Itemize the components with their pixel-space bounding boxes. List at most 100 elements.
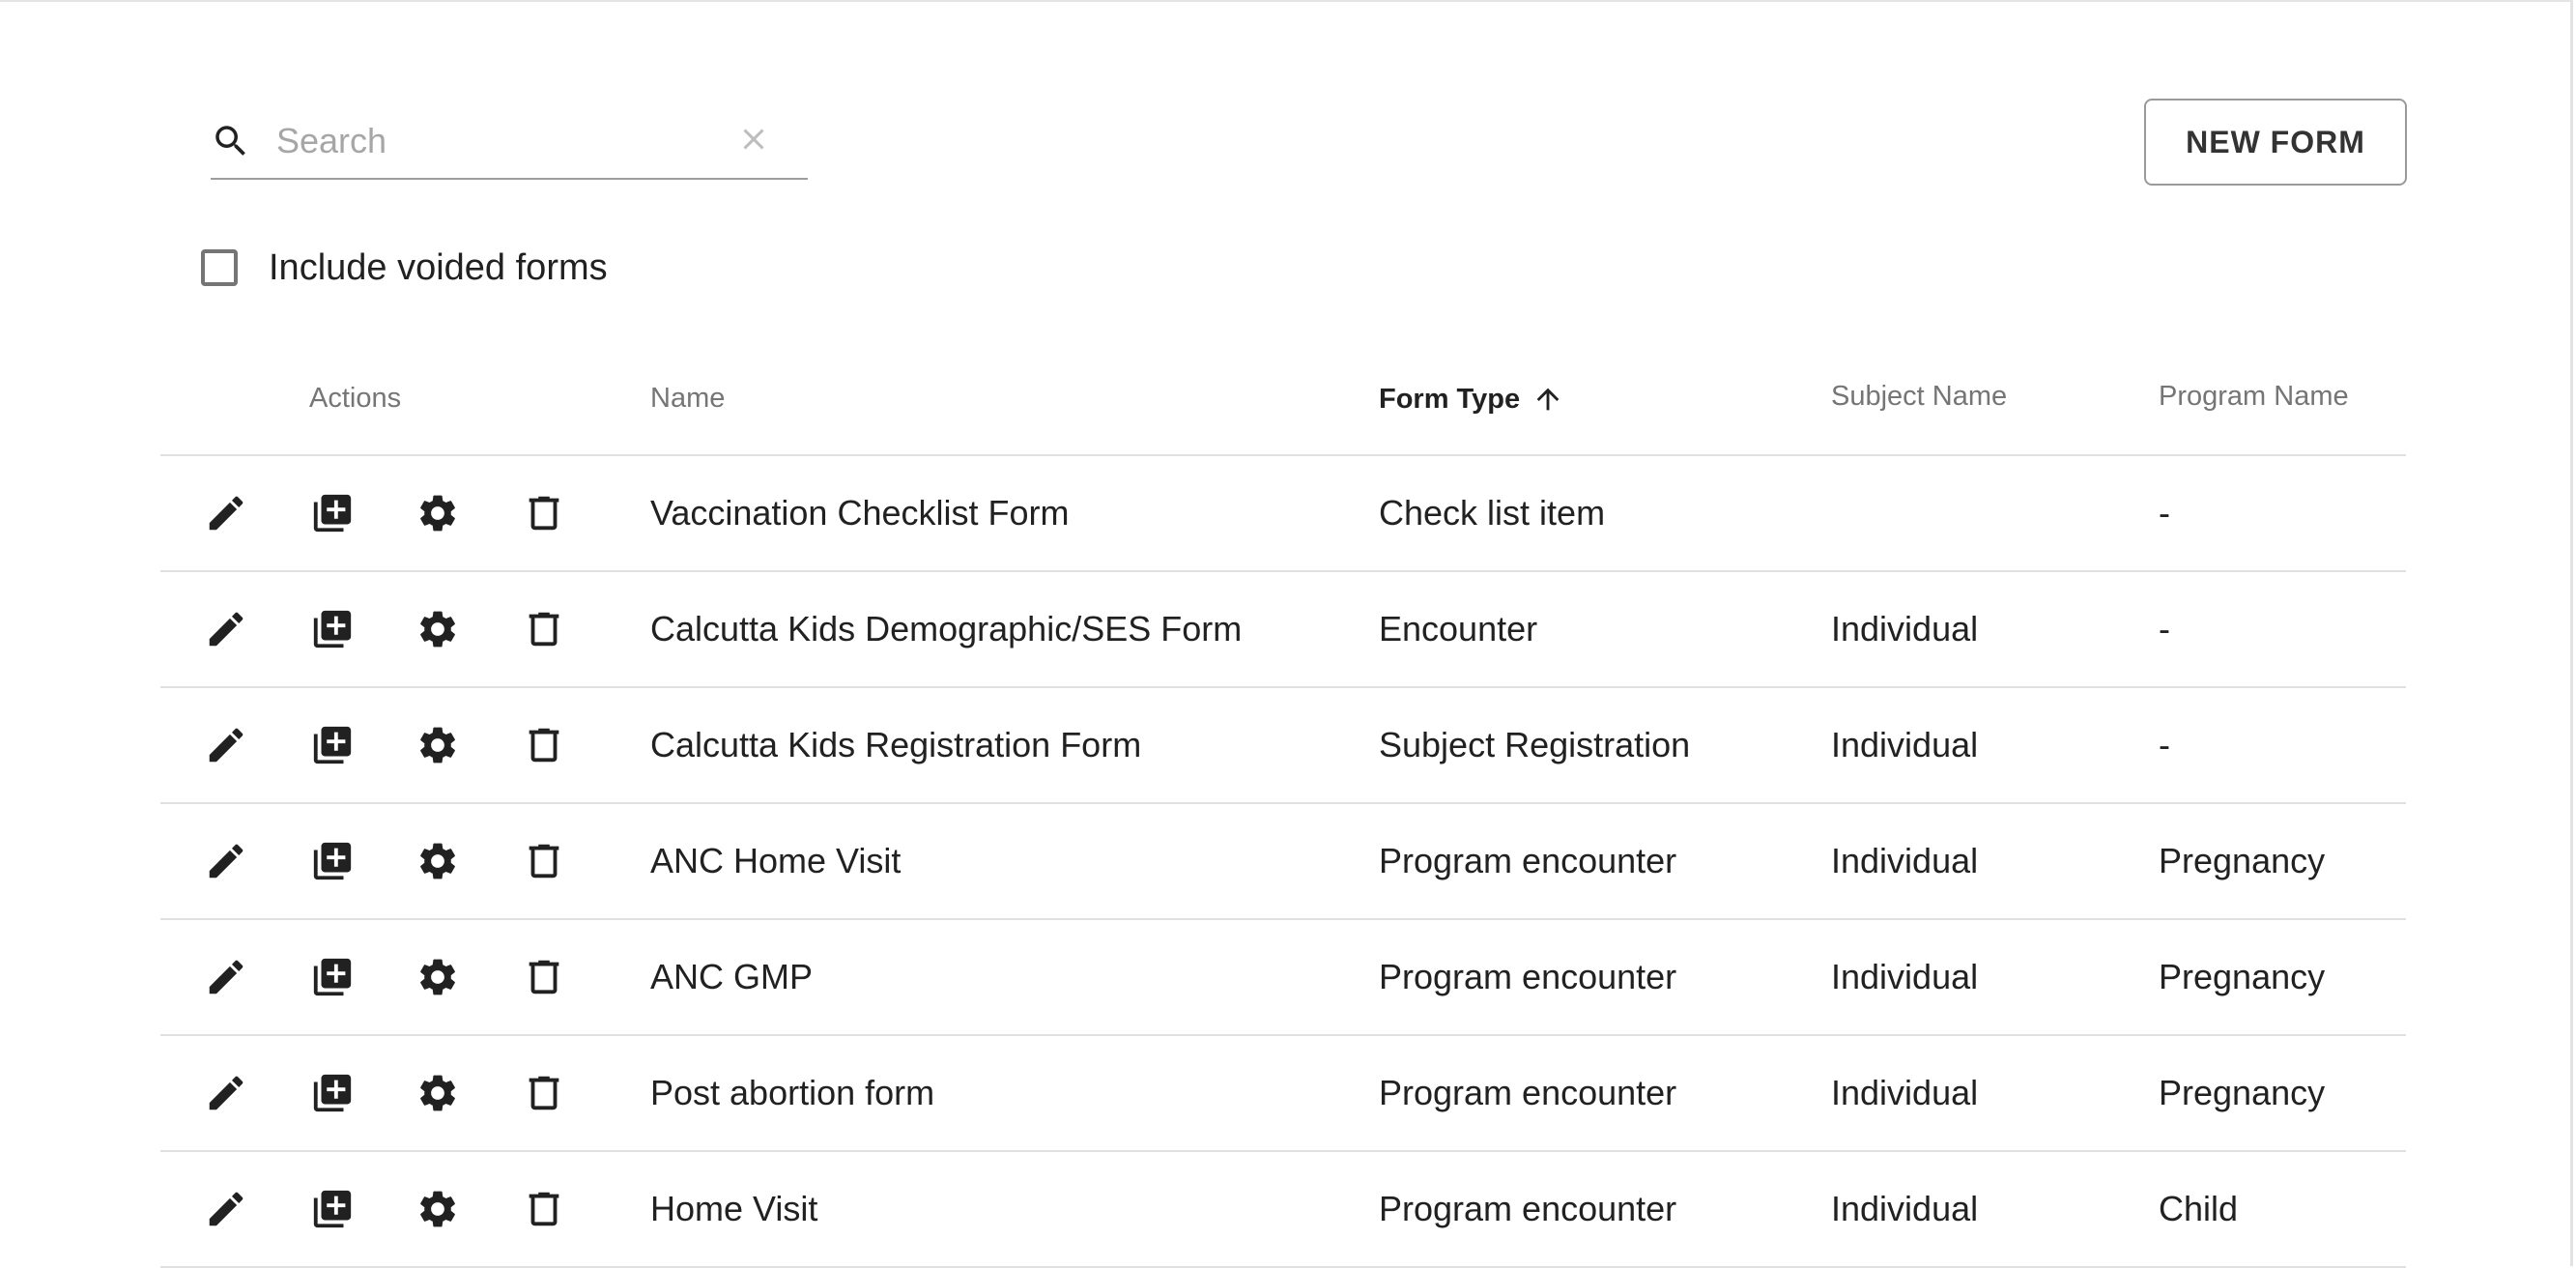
edit-icon bbox=[209, 728, 243, 763]
settings-icon bbox=[420, 611, 455, 648]
column-header-form-type[interactable]: Form Type bbox=[1379, 383, 1564, 416]
duplicate-button[interactable] bbox=[310, 491, 355, 535]
cell-form-type: Program encounter bbox=[1379, 957, 1677, 996]
duplicate-icon bbox=[313, 494, 352, 533]
search-input[interactable] bbox=[276, 116, 701, 166]
column-header-name[interactable]: Name bbox=[650, 383, 725, 415]
edit-button[interactable] bbox=[204, 607, 248, 651]
forms-panel: NEW FORM Include voided forms Actions Na… bbox=[0, 0, 2573, 1268]
duplicate-button[interactable] bbox=[310, 607, 355, 651]
table-row: Post abortion form Program encounter Ind… bbox=[160, 1036, 2406, 1152]
duplicate-icon bbox=[313, 610, 352, 648]
settings-button[interactable] bbox=[415, 607, 460, 651]
duplicate-button[interactable] bbox=[310, 723, 355, 767]
delete-button[interactable] bbox=[522, 1187, 566, 1231]
cell-program-name: - bbox=[2159, 493, 2170, 533]
settings-icon bbox=[420, 1191, 455, 1227]
settings-button[interactable] bbox=[415, 839, 460, 883]
table-row: Home Visit Program encounter Individual … bbox=[160, 1152, 2406, 1268]
column-header-form-type-label: Form Type bbox=[1379, 383, 1521, 415]
delete-button[interactable] bbox=[522, 723, 566, 767]
settings-icon bbox=[420, 843, 455, 879]
delete-icon bbox=[529, 960, 559, 994]
delete-icon bbox=[529, 1192, 559, 1226]
edit-button[interactable] bbox=[204, 723, 248, 767]
edit-button[interactable] bbox=[204, 955, 248, 999]
cell-form-type: Encounter bbox=[1379, 609, 1538, 648]
table-body: Vaccination Checklist Form Check list it… bbox=[160, 456, 2406, 1268]
search-field[interactable] bbox=[211, 104, 808, 180]
settings-button[interactable] bbox=[415, 723, 460, 767]
edit-button[interactable] bbox=[204, 491, 248, 535]
forms-table: Actions Name Form Type Subject Name Prog… bbox=[160, 350, 2406, 1268]
column-header-program-name[interactable]: Program Name bbox=[2159, 381, 2349, 413]
settings-icon bbox=[420, 959, 455, 995]
duplicate-icon bbox=[313, 1074, 352, 1112]
cell-name: Calcutta Kids Registration Form bbox=[650, 725, 1142, 764]
duplicate-button[interactable] bbox=[310, 1071, 355, 1115]
duplicate-icon bbox=[313, 726, 352, 764]
duplicate-button[interactable] bbox=[310, 1187, 355, 1231]
settings-icon bbox=[420, 1075, 455, 1111]
cell-form-type: Program encounter bbox=[1379, 1073, 1677, 1112]
cell-name: Vaccination Checklist Form bbox=[650, 493, 1070, 533]
cell-subject-name: Individual bbox=[1831, 1189, 1979, 1228]
cell-form-type: Check list item bbox=[1379, 493, 1606, 533]
cell-program-name: - bbox=[2159, 725, 2170, 764]
duplicate-button[interactable] bbox=[310, 839, 355, 883]
edit-icon bbox=[209, 1192, 243, 1226]
cell-subject-name: Individual bbox=[1831, 841, 1979, 880]
delete-icon bbox=[529, 728, 559, 763]
delete-button[interactable] bbox=[522, 955, 566, 999]
table-row: Calcutta Kids Demographic/SES Form Encou… bbox=[160, 572, 2406, 688]
edit-icon bbox=[209, 612, 243, 647]
delete-button[interactable] bbox=[522, 607, 566, 651]
edit-button[interactable] bbox=[204, 1187, 248, 1231]
cell-name: ANC Home Visit bbox=[650, 841, 902, 880]
delete-icon bbox=[529, 496, 559, 531]
edit-icon bbox=[209, 1076, 243, 1110]
table-row: Vaccination Checklist Form Check list it… bbox=[160, 456, 2406, 572]
close-icon[interactable] bbox=[736, 122, 771, 157]
settings-button[interactable] bbox=[415, 955, 460, 999]
delete-icon bbox=[529, 612, 559, 647]
delete-button[interactable] bbox=[522, 491, 566, 535]
settings-button[interactable] bbox=[415, 1187, 460, 1231]
cell-name: Home Visit bbox=[650, 1189, 818, 1228]
cell-program-name: Pregnancy bbox=[2159, 841, 2326, 880]
cell-form-type: Subject Registration bbox=[1379, 725, 1691, 764]
table-header: Actions Name Form Type Subject Name Prog… bbox=[160, 350, 2406, 456]
cell-form-type: Program encounter bbox=[1379, 841, 1677, 880]
duplicate-icon bbox=[313, 958, 352, 996]
delete-button[interactable] bbox=[522, 1071, 566, 1115]
include-voided-label: Include voided forms bbox=[269, 246, 608, 288]
cell-program-name: Child bbox=[2159, 1189, 2239, 1228]
edit-button[interactable] bbox=[204, 1071, 248, 1115]
edit-button[interactable] bbox=[204, 839, 248, 883]
table-row: Calcutta Kids Registration Form Subject … bbox=[160, 688, 2406, 804]
duplicate-icon bbox=[313, 842, 352, 880]
table-row: ANC Home Visit Program encounter Individ… bbox=[160, 804, 2406, 920]
cell-subject-name: Individual bbox=[1831, 1073, 1979, 1112]
column-header-subject-name[interactable]: Subject Name bbox=[1831, 381, 2007, 413]
cell-subject-name: Individual bbox=[1831, 957, 1979, 996]
cell-form-type: Program encounter bbox=[1379, 1189, 1677, 1228]
delete-button[interactable] bbox=[522, 839, 566, 883]
cell-program-name: - bbox=[2159, 609, 2170, 648]
cell-name: Calcutta Kids Demographic/SES Form bbox=[650, 609, 1243, 648]
settings-icon bbox=[420, 495, 455, 532]
cell-name: ANC GMP bbox=[650, 957, 814, 996]
cell-subject-name: Individual bbox=[1831, 609, 1979, 648]
column-header-actions: Actions bbox=[309, 383, 402, 414]
sort-ascending-icon bbox=[1536, 388, 1560, 411]
new-form-button[interactable]: NEW FORM bbox=[2144, 99, 2407, 186]
duplicate-button[interactable] bbox=[310, 955, 355, 999]
edit-icon bbox=[209, 496, 243, 531]
settings-button[interactable] bbox=[415, 491, 460, 535]
cell-program-name: Pregnancy bbox=[2159, 1073, 2326, 1112]
cell-subject-name: Individual bbox=[1831, 725, 1979, 764]
checkbox-box[interactable] bbox=[201, 249, 238, 286]
include-voided-checkbox[interactable]: Include voided forms bbox=[201, 244, 608, 292]
settings-button[interactable] bbox=[415, 1071, 460, 1115]
delete-icon bbox=[529, 844, 559, 879]
